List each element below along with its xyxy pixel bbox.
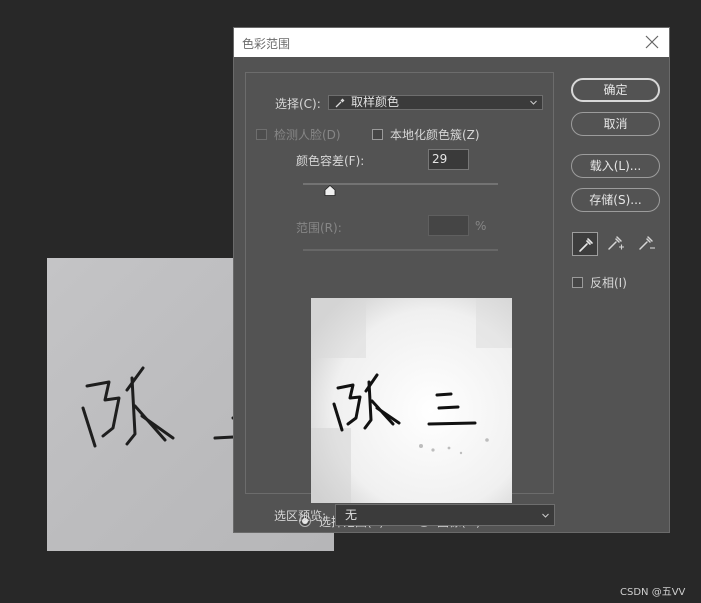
eyedropper-icon	[579, 238, 593, 252]
cancel-button[interactable]: 取消	[571, 112, 660, 136]
select-value: 取样颜色	[351, 95, 400, 109]
chevron-down-icon	[542, 513, 549, 518]
chevron-down-icon	[530, 100, 537, 105]
localized-color-clusters-checkbox[interactable]	[372, 129, 383, 140]
eyedropper-minus-icon	[639, 236, 655, 250]
range-input[interactable]	[428, 215, 469, 236]
detect-faces-checkbox[interactable]	[256, 129, 267, 140]
dialog-title: 色彩范围	[242, 37, 291, 51]
dialog-titlebar: 色彩范围	[234, 28, 669, 57]
invert-label: 反相(I)	[590, 276, 627, 290]
select-dropdown[interactable]: 取样颜色	[328, 95, 543, 110]
subtract-from-sample-tool[interactable]	[634, 232, 660, 256]
select-label: 选择(C):	[275, 97, 321, 111]
eyedropper-plus-icon	[608, 236, 624, 250]
range-unit: %	[475, 219, 487, 233]
fuzziness-input[interactable]: 29	[428, 149, 469, 170]
load-button[interactable]: 载入(L)...	[571, 154, 660, 178]
range-slider-track[interactable]	[303, 249, 498, 251]
invert-checkbox[interactable]	[572, 277, 583, 288]
selection-preview-value: 无	[345, 508, 358, 522]
add-to-sample-tool[interactable]	[603, 232, 629, 256]
options-group: 选择(C): 取样颜色 检测人脸(D) 本地化颜色簇(Z) 颜色容差(F): 2…	[245, 72, 554, 529]
watermark: CSDN @五VV	[620, 587, 686, 598]
save-button[interactable]: 存储(S)...	[571, 188, 660, 212]
selection-preview-image	[311, 298, 512, 503]
range-label: 范围(R):	[296, 221, 342, 235]
selection-preview-label: 选区预览:	[274, 509, 327, 523]
eyedropper-icon	[335, 98, 345, 108]
eyedropper-tool[interactable]	[572, 232, 598, 256]
close-icon[interactable]	[643, 33, 661, 51]
fuzziness-label: 颜色容差(F):	[296, 154, 365, 168]
color-range-dialog: 色彩范围 选择(C): 取样颜色 检测人脸(D) 本地化颜色簇(Z) 颜色容差(…	[233, 27, 670, 533]
fuzziness-slider-thumb[interactable]	[324, 185, 336, 196]
selection-preview-dropdown[interactable]: 无	[335, 504, 555, 526]
detect-faces-label: 检测人脸(D)	[274, 128, 341, 142]
ok-button[interactable]: 确定	[571, 78, 660, 102]
localized-color-clusters-label: 本地化颜色簇(Z)	[390, 128, 480, 142]
